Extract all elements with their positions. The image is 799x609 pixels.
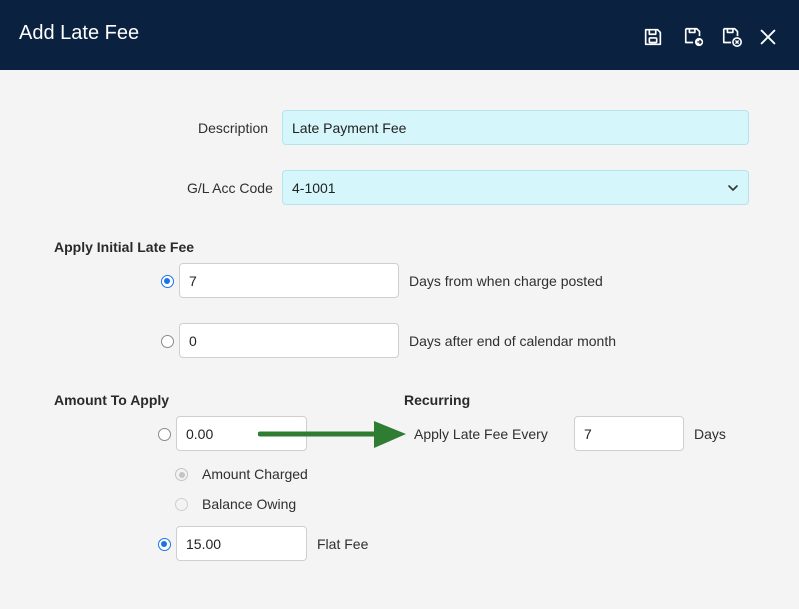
description-label: Description	[198, 120, 269, 136]
days-after-month-label: Days after end of calendar month	[409, 333, 617, 349]
balance-owing-label: Balance Owing	[202, 496, 297, 512]
amount-to-apply-heading: Amount To Apply	[54, 392, 170, 408]
recurring-heading: Recurring	[404, 392, 471, 408]
gl-acc-code-select[interactable]: 4-1001	[282, 170, 749, 205]
percent-radio[interactable]	[158, 428, 171, 441]
annotation-arrow	[258, 421, 406, 448]
save-icon[interactable]	[640, 24, 666, 50]
days-unit-label: Days	[694, 426, 726, 442]
initial-late-fee-heading: Apply Initial Late Fee	[54, 239, 195, 255]
days-from-charge-label: Days from when charge posted	[409, 273, 603, 289]
save-and-close-icon[interactable]	[719, 24, 745, 50]
days-from-charge-input[interactable]	[179, 263, 399, 298]
flat-fee-input[interactable]	[176, 526, 307, 561]
days-after-month-radio[interactable]	[161, 335, 174, 348]
gl-acc-code-label: G/L Acc Code	[187, 180, 273, 196]
balance-owing-radio[interactable]	[175, 498, 188, 511]
flat-fee-label: Flat Fee	[317, 536, 369, 552]
description-input[interactable]	[282, 110, 749, 145]
recurring-days-input[interactable]	[574, 416, 684, 451]
dialog-header: Add Late Fee	[0, 0, 799, 70]
apply-every-label: Apply Late Fee Every	[414, 426, 548, 442]
gl-acc-code-value: 4-1001	[292, 180, 336, 196]
amount-charged-label: Amount Charged	[202, 466, 308, 482]
flat-fee-radio[interactable]	[158, 538, 171, 551]
close-icon[interactable]	[755, 24, 781, 50]
days-from-charge-radio[interactable]	[161, 275, 174, 288]
dialog-title: Add Late Fee	[19, 22, 140, 44]
amount-charged-radio[interactable]	[175, 468, 188, 481]
chevron-down-icon	[728, 185, 738, 191]
days-after-month-input[interactable]	[179, 323, 399, 358]
save-and-new-icon[interactable]	[681, 24, 707, 50]
